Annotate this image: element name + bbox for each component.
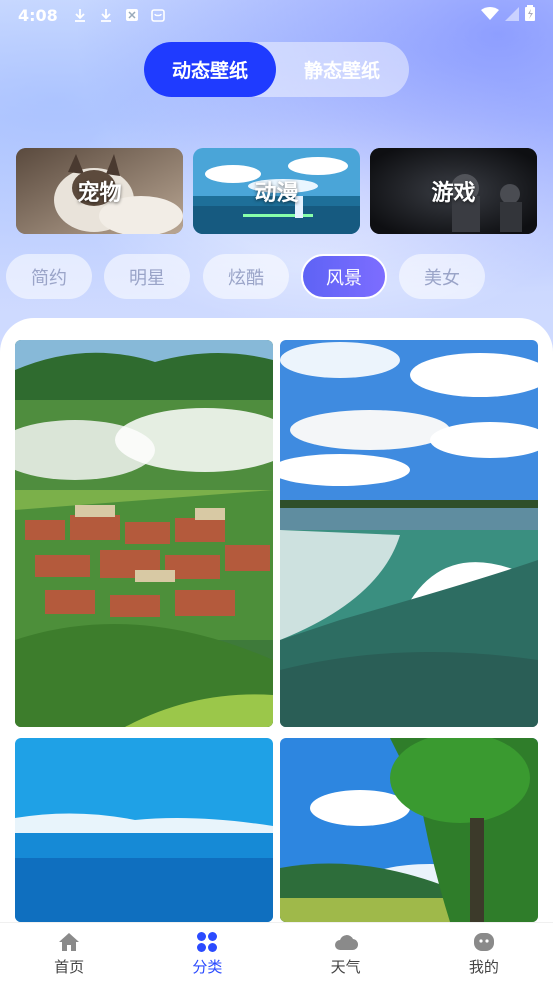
nav-label: 首页: [54, 957, 85, 976]
wallpaper-waterfall-image: [280, 340, 538, 727]
notification-app-icon: [124, 7, 140, 23]
wallpaper-type-switch: 动态壁纸 静态壁纸: [144, 42, 409, 97]
home-icon: [57, 931, 81, 953]
shopping-bag-icon: [150, 7, 166, 23]
category-label: 宠物: [77, 181, 122, 206]
nav-label: 分类: [192, 957, 223, 976]
tag-cool[interactable]: 炫酷: [203, 254, 289, 299]
bottom-navigation: 首页 分类 天气 我的: [0, 922, 553, 984]
category-card-pets[interactable]: 宠物: [16, 148, 183, 234]
nav-label: 我的: [468, 957, 499, 976]
battery-icon: [525, 5, 535, 25]
nav-weather[interactable]: 天气: [277, 923, 415, 984]
dynamic-wallpaper-tab[interactable]: 动态壁纸: [144, 42, 276, 97]
wallpaper-mountain-village-image: [15, 340, 273, 727]
status-bar: 4:08: [0, 0, 553, 30]
signal-icon: [505, 6, 519, 25]
nav-profile[interactable]: 我的: [415, 923, 553, 984]
wallpaper-tile[interactable]: [15, 340, 273, 727]
tag-landscape[interactable]: 风景: [301, 254, 387, 299]
nav-label: 天气: [330, 957, 361, 976]
static-wallpaper-tab[interactable]: 静态壁纸: [276, 42, 408, 97]
download-icon: [72, 7, 88, 23]
category-label: 动漫: [254, 181, 299, 206]
category-card-games[interactable]: 游戏: [370, 148, 537, 234]
category-label: 游戏: [431, 181, 476, 206]
nav-category[interactable]: 分类: [138, 923, 276, 984]
tag-beauty[interactable]: 美女: [399, 254, 485, 299]
tag-celebrity[interactable]: 明星: [104, 254, 190, 299]
profile-icon: [472, 931, 496, 953]
category-card-anime[interactable]: 动漫: [193, 148, 360, 234]
tag-simple[interactable]: 简约: [6, 254, 92, 299]
status-time: 4:08: [18, 5, 58, 25]
wallpaper-lake-image: [15, 738, 273, 922]
wifi-icon: [481, 6, 499, 25]
wallpaper-tile[interactable]: [15, 738, 273, 922]
nav-home[interactable]: 首页: [0, 923, 138, 984]
wallpaper-tile[interactable]: [280, 340, 538, 727]
grid-icon: [195, 931, 219, 953]
download-icon: [98, 7, 114, 23]
wallpaper-tile[interactable]: [280, 738, 538, 922]
cloud-icon: [334, 931, 358, 953]
wallpaper-meadow-tree-image: [280, 738, 538, 922]
